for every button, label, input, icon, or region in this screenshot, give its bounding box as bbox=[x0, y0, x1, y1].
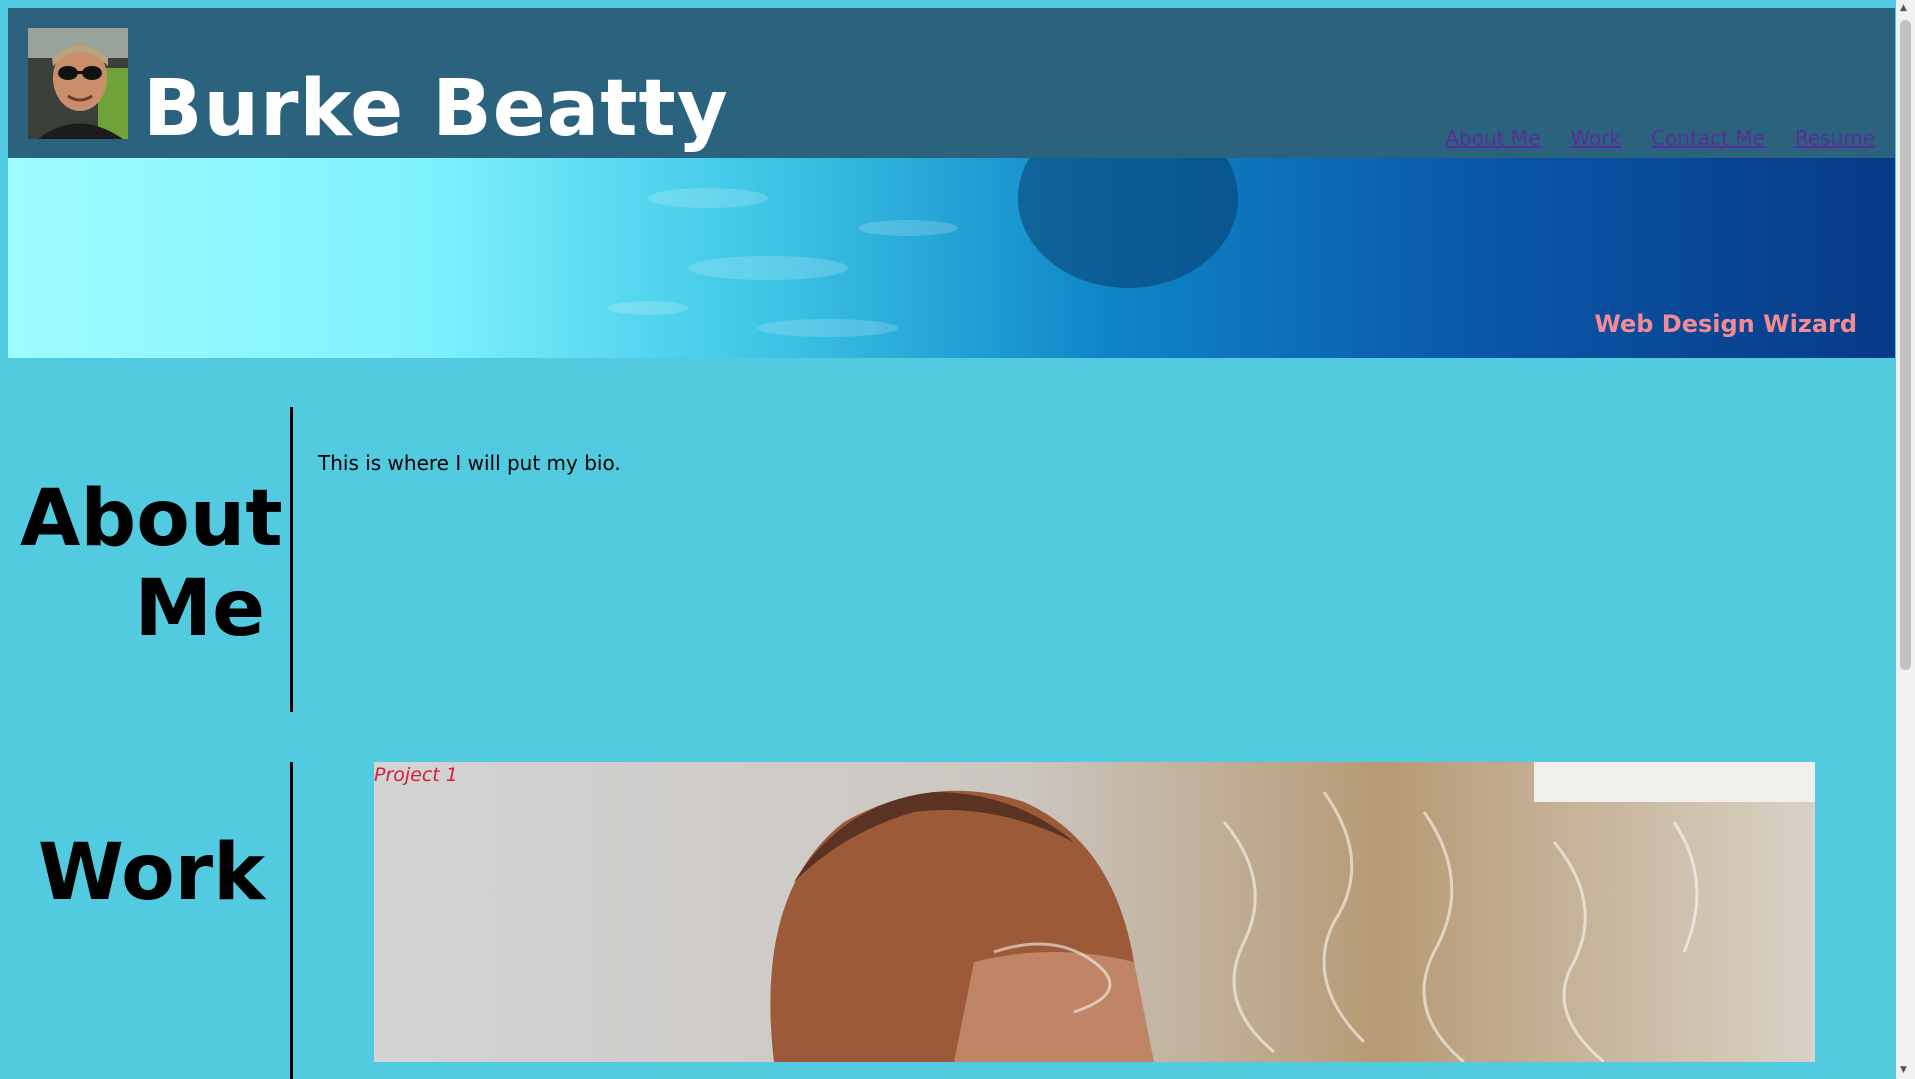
nav-link-resume[interactable]: Resume bbox=[1795, 126, 1875, 150]
hero-banner: Web Design Wizard bbox=[8, 158, 1895, 358]
project-image bbox=[374, 762, 1815, 1062]
about-heading-line1: About bbox=[20, 474, 283, 564]
nav-link-about-me[interactable]: About Me bbox=[1445, 126, 1540, 150]
scrollbar-thumb[interactable] bbox=[1900, 20, 1911, 670]
bio-text: This is where I will put my bio. bbox=[318, 451, 621, 475]
work-divider bbox=[290, 762, 293, 1079]
about-heading-line2: Me bbox=[134, 564, 265, 654]
site-title: Burke Beatty bbox=[143, 64, 729, 154]
scroll-down-icon[interactable]: ▼ bbox=[1900, 1066, 1907, 1075]
scroll-up-icon[interactable]: ▲ bbox=[1900, 4, 1907, 13]
tagline: Web Design Wizard bbox=[1594, 310, 1857, 338]
site-header: Burke Beatty About Me Work Contact Me Re… bbox=[8, 8, 1895, 158]
main-nav: About Me Work Contact Me Resume bbox=[1445, 126, 1875, 150]
project-label: Project 1 bbox=[374, 764, 458, 786]
nav-link-work[interactable]: Work bbox=[1570, 126, 1621, 150]
profile-photo bbox=[28, 28, 128, 139]
about-divider bbox=[290, 407, 293, 712]
nav-link-contact-me[interactable]: Contact Me bbox=[1651, 126, 1765, 150]
work-heading: Work bbox=[37, 828, 265, 918]
page: Burke Beatty About Me Work Contact Me Re… bbox=[0, 0, 1896, 1079]
vertical-scrollbar[interactable]: ▲ ▼ bbox=[1896, 0, 1915, 1079]
about-heading: About Me bbox=[20, 474, 283, 654]
project-card[interactable]: Project 1 bbox=[374, 762, 1815, 1062]
